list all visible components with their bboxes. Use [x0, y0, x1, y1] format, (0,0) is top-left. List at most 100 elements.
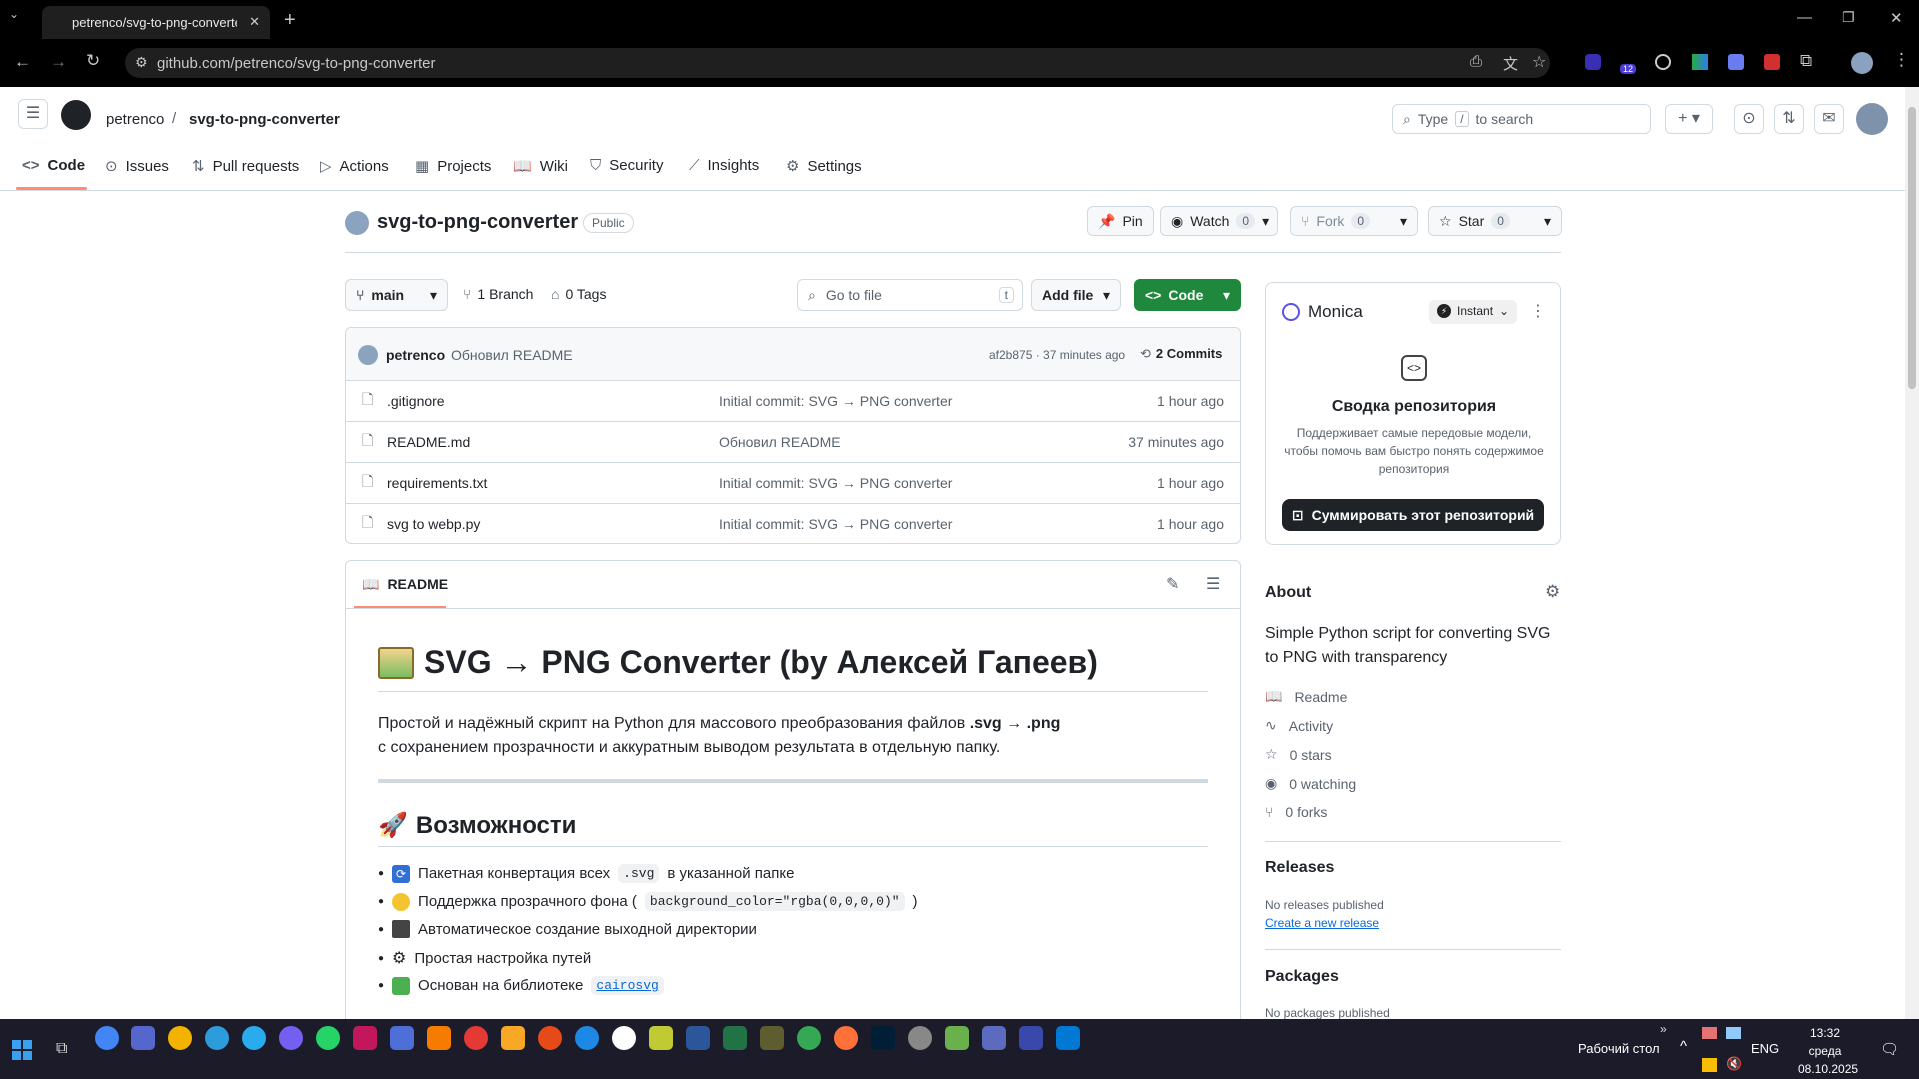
create-release-link[interactable]: Create a new release — [1265, 916, 1379, 930]
packages-title[interactable]: Packages — [1265, 968, 1339, 986]
table-row[interactable]: 🗋 svg to webp.py Initial commit: SVG → PNG… — [346, 503, 1241, 544]
add-file-button[interactable]: Add file ▾ — [1031, 279, 1121, 311]
table-row[interactable]: 🗋 requirements.txt Initial commit: SVG → P… — [346, 462, 1241, 503]
cairosvg-link[interactable]: cairosvg — [591, 976, 664, 995]
more-options-icon[interactable]: ⋮ — [1530, 301, 1546, 321]
desktop-toolbar-label[interactable]: Рабочий стол — [1578, 1041, 1660, 1056]
translate-icon[interactable]: 文 — [1503, 53, 1518, 74]
breadcrumb-owner[interactable]: petrenco — [106, 111, 164, 128]
branches-link[interactable]: ⑂ 1 Branch — [463, 286, 533, 302]
tab-insights[interactable]: ⟋ Insights — [689, 157, 759, 174]
about-settings-gear-icon[interactable]: ⚙ — [1545, 582, 1560, 602]
telegram-taskbar-icon[interactable] — [242, 1026, 266, 1050]
issues-icon[interactable]: ⊙ — [1734, 104, 1764, 134]
readme-link[interactable]: 📖 Readme — [1265, 688, 1347, 705]
instant-mode-selector[interactable]: ⚡ Instant ⌄ — [1429, 300, 1518, 324]
minimize-icon[interactable]: — — [1797, 9, 1812, 26]
vscode-taskbar-icon[interactable] — [1056, 1026, 1080, 1050]
whatsapp-taskbar-icon[interactable] — [316, 1026, 340, 1050]
tab-actions[interactable]: ▷ Actions — [320, 157, 389, 176]
branch-selector[interactable]: ⑂ main ▾ — [345, 279, 448, 311]
close-window-icon[interactable]: ✕ — [1890, 9, 1903, 27]
install-app-icon[interactable]: ⎙ — [1470, 53, 1482, 70]
chrome-taskbar-icon[interactable] — [95, 1026, 119, 1050]
tab-wiki[interactable]: 📖 Wiki — [513, 157, 568, 176]
app-taskbar-icon[interactable] — [501, 1026, 525, 1050]
profile-avatar[interactable] — [1851, 52, 1873, 74]
app-taskbar-icon[interactable] — [760, 1026, 784, 1050]
forks-link[interactable]: ⑂ 0 forks — [1265, 804, 1327, 820]
tab-issues[interactable]: ⊙ Issues — [105, 157, 169, 176]
overflow-chevron-icon[interactable]: » — [1660, 1022, 1667, 1036]
user-avatar[interactable] — [1856, 103, 1888, 135]
commits-link[interactable]: ⟲ 2 Commits — [1140, 346, 1222, 362]
pin-button[interactable]: 📌 Pin — [1087, 206, 1154, 236]
repo-title[interactable]: svg-to-png-converter — [377, 211, 578, 234]
search-input[interactable]: ⌕ Type / to search — [1392, 104, 1651, 134]
back-icon[interactable]: ← — [14, 52, 31, 72]
tray-chevron-up-icon[interactable]: ^ — [1680, 1038, 1687, 1055]
yandex-taskbar-icon[interactable] — [612, 1026, 636, 1050]
extension-square-icon[interactable] — [1728, 54, 1744, 70]
outline-list-icon[interactable]: ☰ — [1206, 574, 1220, 594]
extensions-puzzle-icon[interactable]: ⧉ — [1800, 51, 1812, 71]
start-windows-icon[interactable] — [12, 1040, 32, 1060]
extension-w-icon[interactable] — [1655, 54, 1671, 70]
extension-chart-icon[interactable] — [1692, 54, 1708, 70]
opera-taskbar-icon[interactable] — [464, 1026, 488, 1050]
app-taskbar-icon[interactable] — [945, 1026, 969, 1050]
pull-requests-icon[interactable]: ⇅ — [1774, 104, 1804, 134]
tray-app-icon[interactable] — [1726, 1027, 1741, 1039]
go-to-file-input[interactable]: ⌕ Go to file t — [797, 279, 1023, 311]
tab-settings[interactable]: ⚙ Settings — [786, 157, 862, 176]
chrome-taskbar-icon[interactable] — [797, 1026, 821, 1050]
extension-icon[interactable] — [1585, 54, 1601, 70]
edge-taskbar-icon[interactable] — [575, 1026, 599, 1050]
app-taskbar-icon[interactable] — [353, 1026, 377, 1050]
app-taskbar-icon[interactable] — [390, 1026, 414, 1050]
tray-app-icon[interactable] — [1702, 1027, 1717, 1039]
word-taskbar-icon[interactable] — [686, 1026, 710, 1050]
firefox-taskbar-icon[interactable] — [834, 1026, 858, 1050]
tab-code[interactable]: <> Code — [22, 157, 85, 174]
forward-icon[interactable]: → — [50, 52, 67, 72]
app-taskbar-icon[interactable] — [205, 1026, 229, 1050]
tags-link[interactable]: ⌂ 0 Tags — [551, 286, 606, 302]
tab-list-chevron-icon[interactable]: ⌄ — [9, 7, 19, 21]
table-row[interactable]: 🗋 README.md Обновил README 37 minutes ago — [346, 421, 1241, 462]
star-button[interactable]: ☆ Star 0 ▾ — [1428, 206, 1562, 236]
bookmark-star-icon[interactable]: ☆ — [1532, 52, 1546, 72]
code-button[interactable]: <> Code ▾ — [1134, 279, 1241, 311]
stars-link[interactable]: ☆ 0 stars — [1265, 746, 1332, 763]
commit-author[interactable]: petrenco — [386, 347, 445, 363]
edit-pencil-icon[interactable]: ✎ — [1166, 574, 1179, 594]
create-new-button[interactable]: + ▾ — [1665, 104, 1713, 134]
google-drive-icon[interactable] — [1702, 1058, 1717, 1072]
app-taskbar-icon[interactable] — [168, 1026, 192, 1050]
browser-menu-icon[interactable]: ⋮ — [1893, 50, 1910, 70]
app-taskbar-icon[interactable] — [427, 1026, 451, 1050]
releases-title[interactable]: Releases — [1265, 859, 1334, 877]
reload-icon[interactable]: ↻ — [86, 51, 100, 71]
app-taskbar-icon[interactable] — [649, 1026, 673, 1050]
table-row[interactable]: 🗋 .gitignore Initial commit: SVG → PNG con… — [346, 380, 1241, 421]
site-info-icon[interactable]: ⚙ — [135, 54, 148, 71]
hamburger-menu-icon[interactable]: ☰ — [18, 99, 48, 129]
photoshop-taskbar-icon[interactable] — [871, 1026, 895, 1050]
notifications-icon[interactable]: 🗨 — [1880, 1040, 1899, 1058]
app-taskbar-icon[interactable] — [908, 1026, 932, 1050]
activity-link[interactable]: ∿ Activity — [1265, 717, 1333, 734]
restore-icon[interactable]: ❐ — [1842, 9, 1855, 26]
commit-message[interactable]: Обновил README — [451, 347, 573, 363]
summarize-repo-button[interactable]: ⊡ Суммировать этот репозиторий — [1282, 499, 1544, 531]
extension-red-icon[interactable] — [1764, 54, 1780, 70]
system-clock[interactable]: 13:32 среда 08.10.2025 — [1798, 1024, 1858, 1078]
commit-hash-time[interactable]: af2b875 · 37 minutes ago — [989, 348, 1125, 362]
app-taskbar-icon[interactable] — [131, 1026, 155, 1050]
app-taskbar-icon[interactable] — [1019, 1026, 1043, 1050]
breadcrumb-repo[interactable]: svg-to-png-converter — [189, 111, 340, 128]
tab-pull-requests[interactable]: ⇅ Pull requests — [192, 157, 299, 176]
inbox-icon[interactable]: ✉ — [1814, 104, 1844, 134]
excel-taskbar-icon[interactable] — [723, 1026, 747, 1050]
close-tab-icon[interactable]: ✕ — [249, 14, 260, 30]
